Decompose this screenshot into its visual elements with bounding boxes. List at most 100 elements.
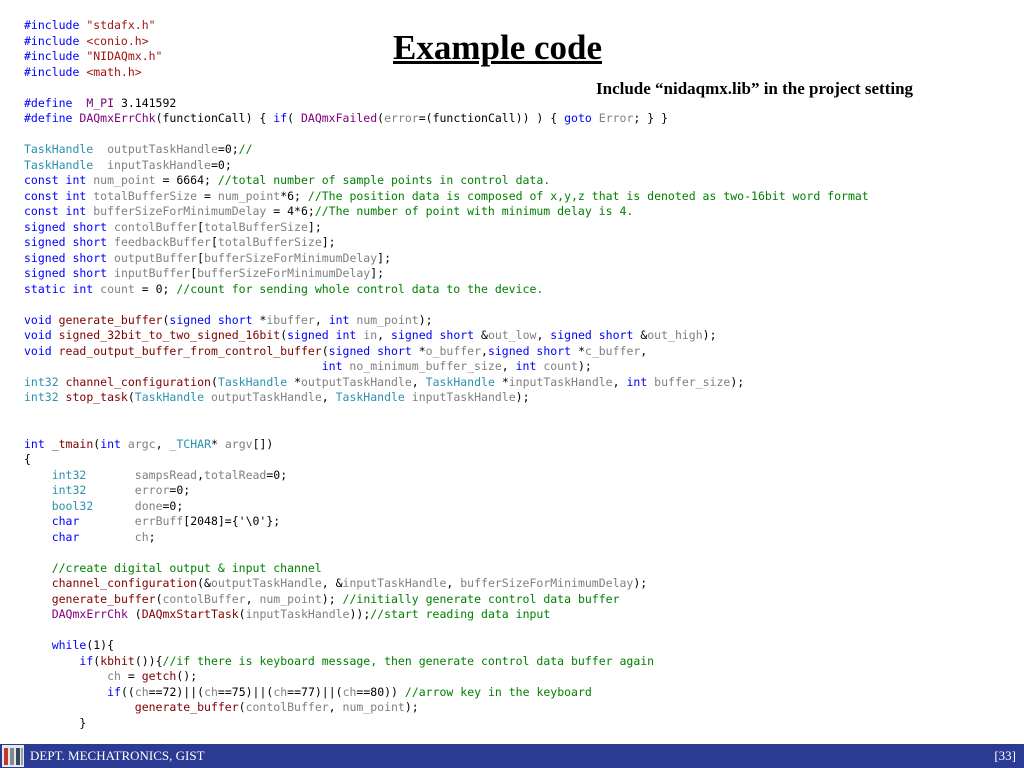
code-token: stop_task bbox=[65, 390, 128, 404]
code-token: #include bbox=[24, 33, 87, 48]
code-line: signed short outputBuffer[bufferSizeForM… bbox=[24, 251, 869, 267]
code-token: ( bbox=[321, 343, 329, 358]
code-token: totalBufferSize bbox=[204, 219, 308, 234]
code-token: [2048]={'\0'}; bbox=[183, 514, 281, 528]
code-token: , bbox=[155, 436, 170, 451]
code-token: void bbox=[24, 343, 59, 358]
page-number: [33] bbox=[994, 748, 1016, 763]
code-token: , bbox=[197, 467, 205, 482]
code-token: ]; bbox=[370, 266, 385, 280]
code-token: = 6664; bbox=[155, 173, 218, 187]
code-token: ch bbox=[134, 529, 149, 544]
code-token: , bbox=[411, 374, 426, 389]
code-token: inputTaskHandle bbox=[342, 576, 447, 590]
code-token: , bbox=[481, 343, 488, 358]
code-token: * bbox=[501, 374, 509, 389]
code-token: const int bbox=[24, 173, 94, 187]
code-token: TaskHandle bbox=[217, 374, 295, 389]
code-token: ibuffer bbox=[266, 312, 315, 327]
code-token: feedbackBuffer bbox=[114, 235, 211, 249]
code-token: = 4*6; bbox=[266, 204, 315, 218]
code-token: ); bbox=[702, 328, 717, 342]
code-token: //create digital output & input channel bbox=[51, 560, 322, 575]
code-token: ); bbox=[404, 700, 419, 714]
code-token: const int bbox=[24, 188, 94, 203]
code-token: #define bbox=[24, 95, 87, 110]
gist-logo-icon bbox=[2, 745, 24, 767]
code-token: int32 bbox=[24, 374, 66, 389]
code-token: _tmain bbox=[51, 436, 94, 451]
code-token: signed short bbox=[24, 266, 115, 280]
code-token: bufferSizeForMinimumDelay bbox=[197, 266, 371, 280]
code-token: num_point bbox=[93, 173, 156, 187]
code-token: int bbox=[626, 374, 655, 389]
code-token: { bbox=[24, 452, 31, 466]
code-token: signed short bbox=[391, 328, 482, 342]
code-token: ch bbox=[107, 669, 121, 683]
code-token: //The number of point with minimum delay… bbox=[314, 204, 634, 218]
code-token: * bbox=[577, 343, 585, 358]
code-token: * bbox=[211, 436, 225, 451]
code-token: Error bbox=[598, 111, 634, 125]
code-token: channel_configuration bbox=[51, 576, 198, 590]
code-token: int bbox=[515, 359, 544, 373]
code-token: ( bbox=[238, 607, 246, 621]
code-token: "NIDAQmx.h" bbox=[86, 49, 163, 63]
code-line: //create digital output & input channel bbox=[24, 561, 869, 577]
footer-department: DEPT. MECHATRONICS, GIST bbox=[30, 748, 205, 763]
code-token: = bbox=[120, 669, 142, 683]
code-line: TaskHandle inputTaskHandle=0; bbox=[24, 158, 869, 174]
code-line: channel_configuration(&outputTaskHandle,… bbox=[24, 576, 869, 592]
code-line: { bbox=[24, 452, 869, 468]
code-token: outputTaskHandle bbox=[210, 390, 322, 404]
code-token: outputBuffer bbox=[114, 250, 198, 265]
code-token: num_point bbox=[217, 188, 281, 203]
code-token: ); bbox=[577, 359, 592, 373]
code-token: done bbox=[134, 498, 163, 513]
code-token: channel_configuration bbox=[65, 374, 211, 389]
code-token: bool32 bbox=[51, 498, 94, 513]
code-token: ch bbox=[204, 684, 218, 699]
code-token: char bbox=[51, 514, 80, 528]
code-token: sampsRead bbox=[134, 467, 198, 482]
code-line: void generate_buffer(signed short *ibuff… bbox=[24, 313, 869, 329]
code-token: read_output_buffer_from_control_buffer bbox=[58, 343, 322, 358]
code-token: #include bbox=[24, 18, 87, 32]
code-token: ( bbox=[210, 374, 218, 389]
code-line: if(kbhit()){//if there is keyboard messa… bbox=[24, 654, 869, 670]
code-token: = bbox=[197, 188, 218, 203]
code-token: signed short bbox=[24, 219, 115, 234]
code-token: (functionCall) { bbox=[155, 111, 274, 125]
code-line: signed short contolBuffer[totalBufferSiz… bbox=[24, 220, 869, 236]
code-token: signed short bbox=[24, 235, 115, 249]
code-line: static int count = 0; //count for sendin… bbox=[24, 282, 869, 298]
code-token: ; } } bbox=[633, 111, 669, 125]
code-token: //start reading data input bbox=[370, 607, 551, 621]
code-token: goto bbox=[564, 111, 592, 125]
code-token: ()){ bbox=[134, 653, 163, 668]
code-token: =0; bbox=[210, 157, 232, 172]
code-token: out_high bbox=[647, 328, 703, 342]
code-token: [ bbox=[197, 219, 205, 234]
code-token: ( bbox=[155, 591, 163, 606]
code-token: bufferSizeForMinimumDelay bbox=[204, 250, 378, 265]
code-token: <math.h> bbox=[86, 64, 142, 79]
code-token: 3.141592 bbox=[114, 95, 177, 110]
code-token: void bbox=[24, 328, 59, 342]
code-token: error bbox=[134, 483, 170, 497]
code-token: DAQmxErrChk bbox=[79, 111, 156, 125]
code-token: & bbox=[481, 328, 488, 342]
code-token: []) bbox=[252, 436, 274, 451]
code-line: signed short feedbackBuffer[totalBufferS… bbox=[24, 235, 869, 251]
code-token: =0; bbox=[162, 498, 184, 513]
